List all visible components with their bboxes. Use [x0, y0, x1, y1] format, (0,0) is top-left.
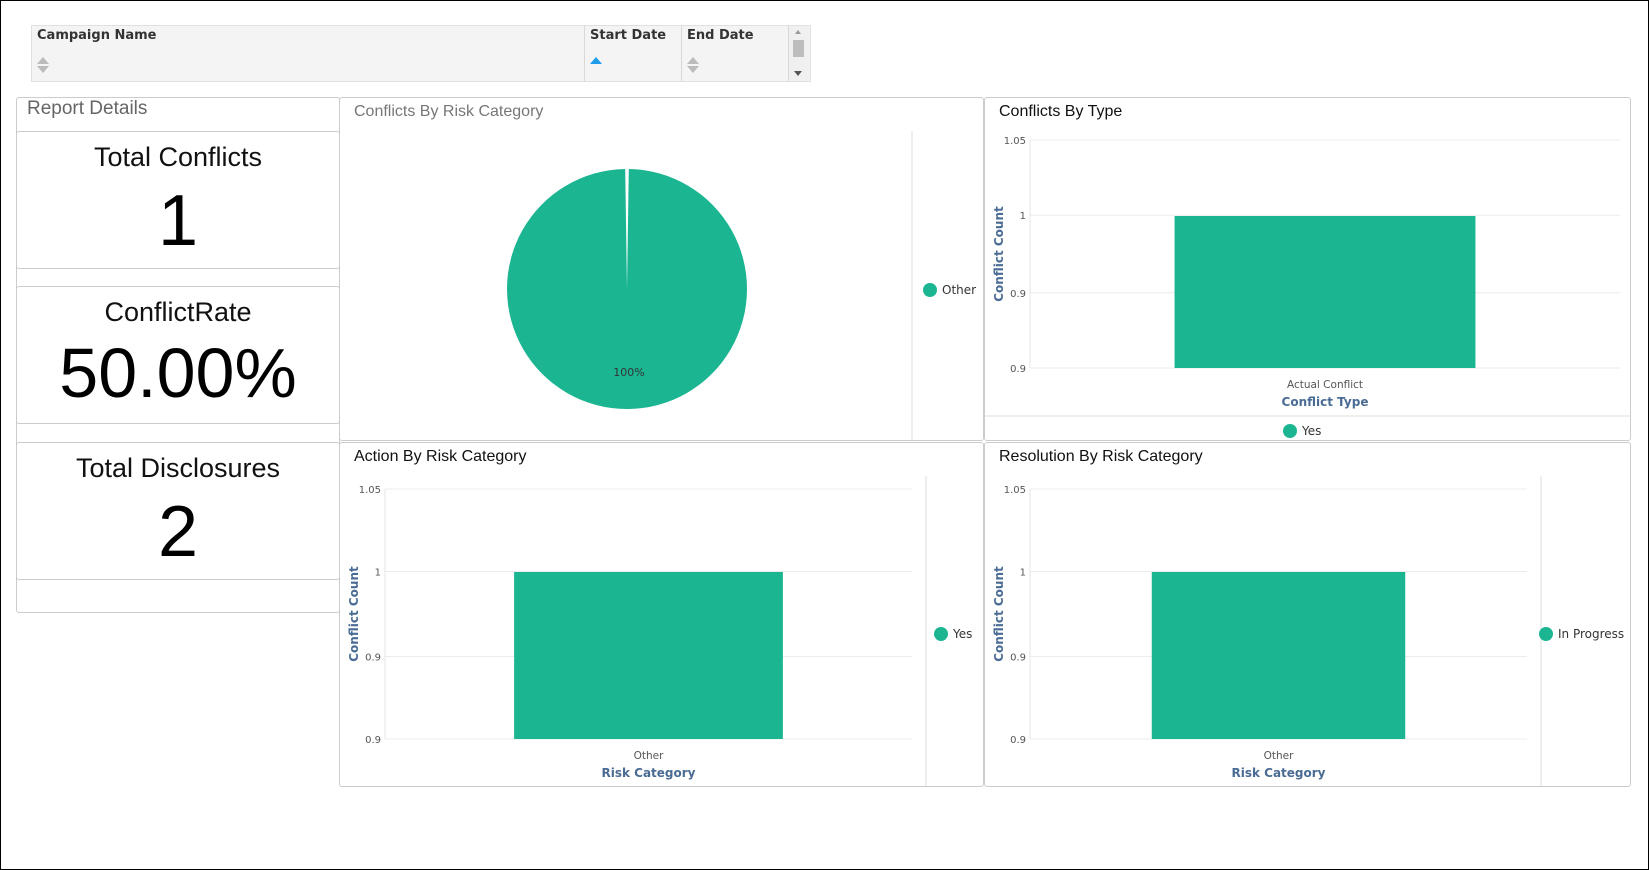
legend-marker: [1283, 424, 1297, 438]
column-campaign-name[interactable]: Campaign Name: [32, 26, 585, 81]
pie-slice-label: 100%: [613, 366, 644, 379]
y-axis-title: Conflict Count: [347, 566, 361, 662]
sort-asc-icon[interactable]: [590, 57, 602, 75]
bar: [1174, 216, 1476, 368]
y-tick-label: 1.05: [1004, 136, 1026, 147]
y-tick-label: 1: [1020, 568, 1026, 579]
kpi-value: 1: [157, 181, 199, 261]
column-header-label: Start Date: [590, 28, 667, 43]
x-tick-label: Other: [634, 750, 664, 762]
sort-icon[interactable]: [37, 57, 49, 75]
kpi-conflict-rate: ConflictRate 50.00%: [16, 286, 340, 424]
y-tick-label: 1: [375, 568, 381, 579]
grid-scrollbar[interactable]: [789, 26, 809, 81]
y-tick-label: 0.9: [1010, 364, 1026, 375]
kpi-label: ConflictRate: [104, 297, 252, 327]
kpi-value: 2: [157, 492, 199, 572]
y-tick-label: 0.9: [365, 735, 381, 746]
bar: [1151, 572, 1406, 739]
y-tick-label: 1.05: [359, 485, 381, 496]
scroll-thumb[interactable]: [793, 40, 804, 57]
scroll-up-icon[interactable]: [795, 30, 801, 34]
column-header-label: Campaign Name: [37, 28, 157, 43]
chart-panel-conflicts-by-risk-category: Conflicts By Risk Category 100% Other: [339, 97, 984, 441]
column-start-date[interactable]: Start Date: [585, 26, 682, 81]
sort-icon[interactable]: [687, 57, 699, 75]
legend-marker: [923, 283, 937, 297]
chart-panel-action-by-risk-category: Action By Risk Category 0.9 0.9 1 1.05 Other…: [339, 442, 984, 787]
legend-marker: [1539, 627, 1553, 641]
bar-chart: 0.9 0.9 1 1.05 Other Risk Category Conflict Co…: [992, 476, 1624, 786]
campaign-grid: Campaign Name Start Date End Date: [31, 25, 811, 82]
kpi-label: Total Disclosures: [75, 453, 281, 483]
legend-marker: [934, 627, 948, 641]
legend-label: Yes: [1301, 424, 1321, 438]
y-tick-label: 0.9: [1010, 653, 1026, 664]
chart-panel-conflicts-by-type: Conflicts By Type 0.9 0.9 1 1.05 Actual Conf…: [984, 97, 1631, 441]
pie-chart: 100% Other: [507, 131, 976, 440]
scroll-down-icon[interactable]: [794, 71, 802, 76]
legend-label: In Progress: [1558, 627, 1624, 641]
kpi-label: Total Conflicts: [93, 142, 263, 172]
kpi-value: 50.00%: [59, 334, 297, 412]
x-axis-title: Risk Category: [601, 766, 695, 780]
kpi-total-disclosures: Total Disclosures 2: [16, 442, 340, 580]
y-axis-title: Conflict Count: [992, 206, 1006, 302]
y-axis-title: Conflict Count: [992, 566, 1006, 662]
y-tick-label: 0.9: [365, 653, 381, 664]
kpi-total-conflicts: Total Conflicts 1: [16, 131, 340, 269]
x-tick-label: Actual Conflict: [1287, 379, 1363, 391]
x-axis-title: Conflict Type: [1282, 395, 1369, 409]
x-axis-title: Risk Category: [1231, 766, 1325, 780]
y-tick-label: 0.9: [1010, 735, 1026, 746]
x-tick-label: Other: [1264, 750, 1294, 762]
bar-chart: 0.9 0.9 1 1.05 Actual Conflict Conflict Type C…: [985, 136, 1630, 438]
y-tick-label: 1.05: [1004, 485, 1026, 496]
column-end-date[interactable]: End Date: [682, 26, 789, 81]
y-tick-label: 1: [1020, 211, 1026, 222]
column-header-label: End Date: [687, 28, 754, 43]
legend-label: Yes: [952, 627, 972, 641]
bar-chart: 0.9 0.9 1 1.05 Other Risk Category Conflict Co…: [347, 476, 972, 786]
y-tick-label: 0.9: [1010, 289, 1026, 300]
chart-panel-resolution-by-risk-category: Resolution By Risk Category 0.9 0.9 1 1.05 O…: [984, 442, 1631, 787]
report-details-title: Report Details: [27, 98, 148, 119]
bar: [514, 572, 783, 739]
legend-label: Other: [942, 283, 976, 297]
